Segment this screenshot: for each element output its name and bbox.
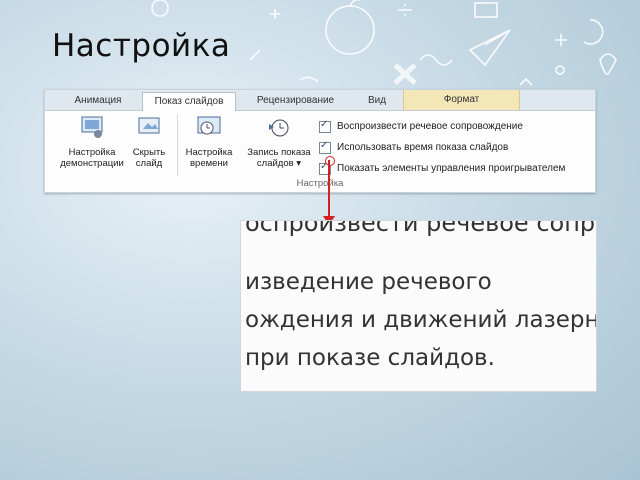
record-clock-icon: [269, 119, 289, 137]
checkbox-media-controls[interactable]: Показать элементы управления проигрывате…: [319, 158, 565, 179]
checkbox-box[interactable]: [319, 140, 331, 154]
tab-slide-show[interactable]: Показ слайдов: [142, 92, 236, 111]
callout-arrow: [328, 160, 330, 218]
checkbox-label: Воспроизвести речевое сопровождение: [337, 121, 523, 132]
timing-icon: [197, 116, 221, 135]
lightbulb-doodle-icon: [599, 53, 617, 75]
zoom-line-1: изведение речевого: [245, 269, 492, 295]
setup-line1: Настройка: [68, 147, 116, 158]
slide-title: Настройка: [52, 28, 231, 64]
ribbon-screenshot: Анимация Показ слайдов Рецензирование Ви…: [44, 89, 596, 193]
hide-line1: Скрыть: [132, 147, 166, 158]
timing-line1: Настройка: [185, 147, 233, 158]
checkbox-use-timings[interactable]: Использовать время показа слайдов: [319, 137, 565, 158]
tab-view[interactable]: Вид: [357, 92, 397, 109]
apple-doodle-icon: [325, 5, 375, 55]
checkbox-label: Показать элементы управления проигрывате…: [337, 163, 566, 174]
record-line2: слайдов ▾: [256, 158, 302, 169]
setup-line2: демонстрации: [60, 158, 124, 169]
rehearse-timings-button[interactable]: Настройка времени: [179, 114, 239, 169]
timing-line2: времени: [190, 158, 228, 169]
zoom-top-fragment: оспроизвести речевое сопровождени: [241, 221, 596, 239]
checkbox-box[interactable]: [319, 119, 331, 133]
zoomed-text-image: оспроизвести речевое сопровождени изведе…: [240, 220, 597, 392]
setup-show-button[interactable]: Настройка демонстрации: [57, 114, 127, 169]
tab-review[interactable]: Рецензирование: [243, 92, 348, 109]
zoom-line-2: ождения и движений лазерн: [245, 307, 597, 333]
checkbox-narration[interactable]: Воспроизвести речевое сопровождение: [319, 116, 565, 137]
zoom-line-3: при показе слайдов.: [245, 345, 495, 371]
paper-plane-doodle-icon: [468, 29, 511, 67]
record-line1: Запись показа: [247, 147, 311, 158]
ribbon-group-label: Настройка: [296, 178, 344, 189]
zoom-top-text: оспроизвести речевое сопровождени: [245, 221, 596, 237]
ribbon-tab-bar: Анимация Показ слайдов Рецензирование Ви…: [45, 90, 595, 111]
tab-format[interactable]: Формат: [403, 90, 520, 110]
tab-animation[interactable]: Анимация: [63, 92, 133, 109]
checkbox-label: Использовать время показа слайдов: [337, 142, 509, 153]
setup-presentation-icon: [81, 116, 103, 138]
arrow-origin: [325, 156, 335, 166]
hide-line2: слайд: [135, 158, 163, 169]
separator: [177, 114, 178, 176]
hide-slide-button[interactable]: Скрыть слайд: [127, 114, 171, 169]
hide-slide-icon: [138, 117, 160, 134]
checkbox-group: Воспроизвести речевое сопровождение Испо…: [319, 116, 565, 179]
record-slide-show-button[interactable]: Запись показа слайдов ▾: [241, 114, 317, 169]
